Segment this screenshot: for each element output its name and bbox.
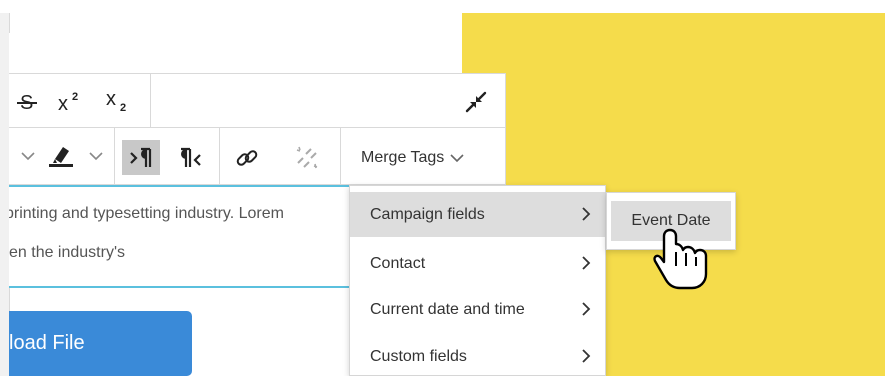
- link-icon: [236, 149, 258, 166]
- chevron-down-icon: [21, 152, 35, 161]
- menu-item-label: Current date and time: [370, 300, 525, 318]
- unlink-button[interactable]: [289, 140, 325, 175]
- upload-file-label: load File: [9, 332, 85, 354]
- superscript-icon: x 2: [58, 91, 78, 114]
- font-color-dropdown[interactable]: [19, 146, 37, 166]
- ltr-paragraph-button[interactable]: [122, 140, 160, 175]
- chevron-right-icon: [582, 256, 591, 270]
- subscript-icon: x 2: [106, 88, 126, 114]
- upload-file-button[interactable]: load File: [9, 311, 192, 376]
- top-strip: [0, 0, 885, 13]
- menu-item-contact[interactable]: Contact: [350, 241, 605, 286]
- link-button[interactable]: [229, 140, 265, 175]
- ltr-paragraph-icon: [130, 147, 152, 167]
- chevron-right-icon: [582, 207, 591, 221]
- chevron-right-icon: [582, 349, 591, 363]
- hand-pointer-icon: [653, 228, 708, 290]
- svg-text:2: 2: [72, 91, 78, 103]
- merge-tags-menu: Campaign fields Contact Current date and…: [349, 185, 606, 376]
- editor-text-line-2: en the industry's: [9, 244, 126, 261]
- chevron-down-icon: [450, 154, 464, 163]
- menu-item-current-date-time[interactable]: Current date and time: [350, 287, 605, 332]
- editor-header-area: [9, 33, 462, 73]
- highlight-color-icon: [49, 147, 73, 167]
- toolbar-row-1: S x 2 x 2: [9, 73, 506, 129]
- menu-item-label: Campaign fields: [370, 205, 485, 223]
- toolbar-separator: [150, 74, 151, 129]
- svg-text:2: 2: [120, 102, 126, 114]
- rtl-paragraph-icon: [181, 147, 201, 167]
- highlight-color-dropdown[interactable]: [87, 146, 105, 166]
- merge-tags-button[interactable]: Merge Tags: [361, 144, 464, 172]
- toolbar-separator: [114, 128, 115, 185]
- menu-item-campaign-fields[interactable]: Campaign fields: [350, 192, 605, 237]
- highlight-color-button[interactable]: [43, 140, 79, 172]
- chevron-down-icon: [89, 152, 103, 161]
- collapse-button[interactable]: [461, 88, 491, 116]
- chevron-right-icon: [582, 302, 591, 316]
- menu-item-custom-fields[interactable]: Custom fields: [350, 334, 605, 375]
- toolbar-row-2: Merge Tags: [9, 128, 506, 185]
- toolbar-separator: [340, 128, 341, 185]
- superscript-button[interactable]: x 2: [53, 86, 89, 116]
- svg-text:x: x: [106, 88, 116, 110]
- subscript-button[interactable]: x 2: [101, 86, 137, 116]
- editor-text-line-1: printing and typesetting industry. Lorem: [9, 205, 284, 222]
- rtl-paragraph-button[interactable]: [171, 140, 209, 175]
- menu-item-label: Custom fields: [370, 347, 467, 365]
- strikethrough-button[interactable]: S: [9, 88, 45, 116]
- svg-text:x: x: [58, 93, 68, 114]
- collapse-icon: [465, 91, 487, 113]
- toolbar-separator: [219, 128, 220, 185]
- merge-tags-label: Merge Tags: [361, 149, 445, 166]
- menu-item-label: Contact: [370, 254, 426, 272]
- unlink-icon: [296, 146, 318, 168]
- strikethrough-icon: S: [17, 92, 37, 113]
